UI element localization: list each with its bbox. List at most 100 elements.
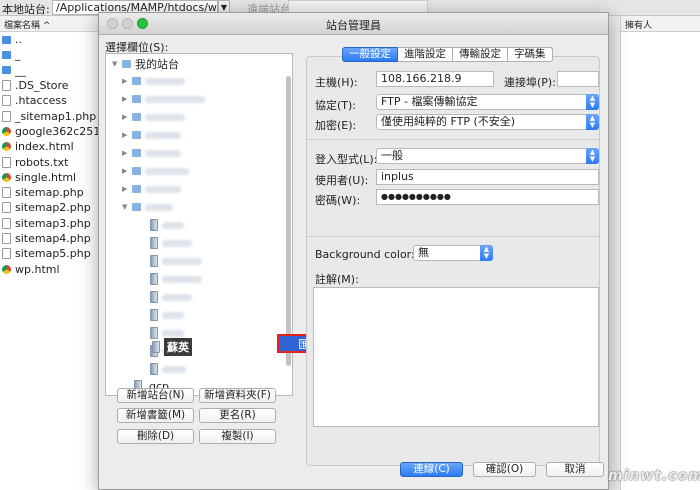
blurred-folder-name: [145, 185, 181, 193]
tree-site[interactable]: [150, 235, 192, 251]
tree-site[interactable]: [150, 307, 184, 323]
blurred-folder-name: [145, 167, 189, 175]
new-bookmark-button[interactable]: 新增書籤(M): [117, 408, 194, 423]
blurred-folder-name: [145, 113, 185, 121]
file-row[interactable]: sitemap5.php: [0, 246, 99, 261]
new-folder-button[interactable]: 新增資料夾(F): [199, 388, 276, 403]
expand-triangle-icon[interactable]: ▶: [122, 131, 132, 139]
file-row[interactable]: google362c251e6: [0, 124, 99, 139]
tree-site[interactable]: [150, 217, 184, 233]
blurred-folder-name: [145, 203, 173, 211]
tree-site[interactable]: [150, 253, 202, 269]
file-row[interactable]: .htaccess: [0, 93, 99, 108]
host-label: 主機(H):: [315, 76, 358, 89]
file-name: _sitemap1.php: [15, 109, 97, 123]
tab-charset[interactable]: 字碼集: [508, 47, 553, 62]
encryption-select[interactable]: 僅使用純粹的 FTP (不安全) ▲ ▼: [376, 114, 599, 130]
ok-button[interactable]: 確認(O): [473, 462, 536, 477]
divider: [307, 139, 599, 140]
file-row[interactable]: sitemap3.php: [0, 216, 99, 231]
tree-scrollbar[interactable]: [286, 76, 291, 366]
file-row[interactable]: wp.html: [0, 261, 99, 276]
port-input[interactable]: [557, 71, 599, 87]
expand-triangle-icon[interactable]: ▼: [122, 203, 132, 211]
file-name: sitemap2.php: [15, 201, 91, 215]
tree-folder[interactable]: ▶: [122, 181, 181, 197]
file-row[interactable]: .DS_Store: [0, 78, 99, 93]
blurred-site-name: [162, 293, 192, 301]
rename-button[interactable]: 更名(R): [199, 408, 276, 423]
file-name: .htaccess: [15, 94, 67, 108]
filename-column-header[interactable]: 檔案名稱 ^: [0, 16, 99, 32]
file-row[interactable]: sitemap.php: [0, 185, 99, 200]
local-file-list: 檔案名稱 ^ .. _ __ .DS_Store .htaccess _sitemap1.…: [0, 16, 100, 490]
file-row[interactable]: robots.txt: [0, 154, 99, 169]
chrome-file-icon: [2, 142, 11, 152]
file-row[interactable]: single.html: [0, 170, 99, 185]
blurred-site-name: [162, 221, 184, 229]
expand-triangle-icon[interactable]: ▼: [112, 60, 122, 68]
tree-site[interactable]: [150, 271, 202, 287]
protocol-label: 協定(T):: [315, 99, 357, 112]
tree-site-selected[interactable]: 蘇英: [152, 338, 192, 356]
background-color-value: 無: [418, 246, 429, 259]
expand-triangle-icon[interactable]: ▶: [122, 185, 132, 193]
tree-folder[interactable]: ▶: [122, 127, 181, 143]
tree-folder[interactable]: ▶: [122, 91, 205, 107]
blurred-site-name: [162, 329, 184, 337]
expand-triangle-icon[interactable]: ▶: [122, 167, 132, 175]
file-row[interactable]: _sitemap1.php: [0, 108, 99, 123]
file-icon: [2, 217, 11, 229]
selected-site-label[interactable]: 蘇英: [164, 338, 192, 356]
expand-triangle-icon[interactable]: ▶: [122, 149, 132, 157]
folder-icon: [132, 167, 141, 175]
tree-folder[interactable]: ▶: [122, 145, 181, 161]
file-row[interactable]: __: [0, 63, 99, 78]
delete-button[interactable]: 刪除(D): [117, 429, 194, 444]
file-row[interactable]: sitemap2.php: [0, 200, 99, 215]
tree-folder[interactable]: ▶: [122, 73, 185, 89]
local-site-label: 本地站台:: [2, 3, 50, 16]
tree-site[interactable]: [150, 361, 186, 377]
logon-type-select[interactable]: 一般 ▲ ▼: [376, 148, 599, 164]
tree-folder[interactable]: ▶: [122, 163, 189, 179]
tree-folder[interactable]: ▶: [122, 109, 185, 125]
notes-label: 註解(M):: [315, 273, 359, 286]
tab-advanced[interactable]: 進階設定: [398, 47, 453, 62]
file-name: sitemap.php: [15, 186, 84, 200]
blurred-folder-name: [145, 131, 181, 139]
expand-triangle-icon[interactable]: ▶: [122, 77, 132, 85]
tree-folder[interactable]: ▼: [122, 199, 173, 215]
file-name: _: [15, 48, 21, 62]
file-name: sitemap3.php: [15, 216, 91, 230]
owner-column-header[interactable]: 擁有人: [620, 16, 700, 32]
file-row[interactable]: index.html: [0, 139, 99, 154]
host-input[interactable]: 108.166.218.9: [376, 71, 494, 87]
site-icon: [150, 237, 158, 249]
chrome-file-icon: [2, 172, 11, 182]
blurred-site-name: [162, 365, 186, 373]
protocol-select[interactable]: FTP - 檔案傳輸協定 ▲ ▼: [376, 94, 599, 110]
background-color-select[interactable]: 無 ▲ ▼: [413, 245, 493, 261]
expand-triangle-icon[interactable]: ▶: [122, 95, 132, 103]
expand-triangle-icon[interactable]: ▶: [122, 113, 132, 121]
tab-transfer[interactable]: 傳輸設定: [453, 47, 508, 62]
new-site-button[interactable]: 新增站台(N): [117, 388, 194, 403]
file-row[interactable]: _: [0, 47, 99, 62]
file-icon: [2, 202, 11, 214]
file-row[interactable]: ..: [0, 32, 99, 47]
tree-root[interactable]: ▼ 我的站台: [112, 56, 179, 72]
folder-icon: [132, 185, 141, 193]
tree-site[interactable]: [150, 289, 192, 305]
notes-textarea[interactable]: [313, 287, 599, 427]
user-input[interactable]: inplus: [376, 169, 599, 185]
connect-button[interactable]: 連線(C): [400, 462, 463, 477]
password-input[interactable]: ●●●●●●●●●●: [376, 189, 599, 205]
file-row[interactable]: sitemap4.php: [0, 231, 99, 246]
duplicate-button[interactable]: 複製(I): [199, 429, 276, 444]
site-icon: [150, 291, 158, 303]
cancel-button[interactable]: 取消: [546, 462, 604, 477]
site-tree[interactable]: ▼ 我的站台 ▶ ▶ ▶ ▶ ▶ ▶ ▶ ▼ 蘇英 gcp: [105, 53, 293, 396]
chrome-file-icon: [2, 264, 11, 274]
tab-general[interactable]: 一般設定: [342, 47, 398, 62]
